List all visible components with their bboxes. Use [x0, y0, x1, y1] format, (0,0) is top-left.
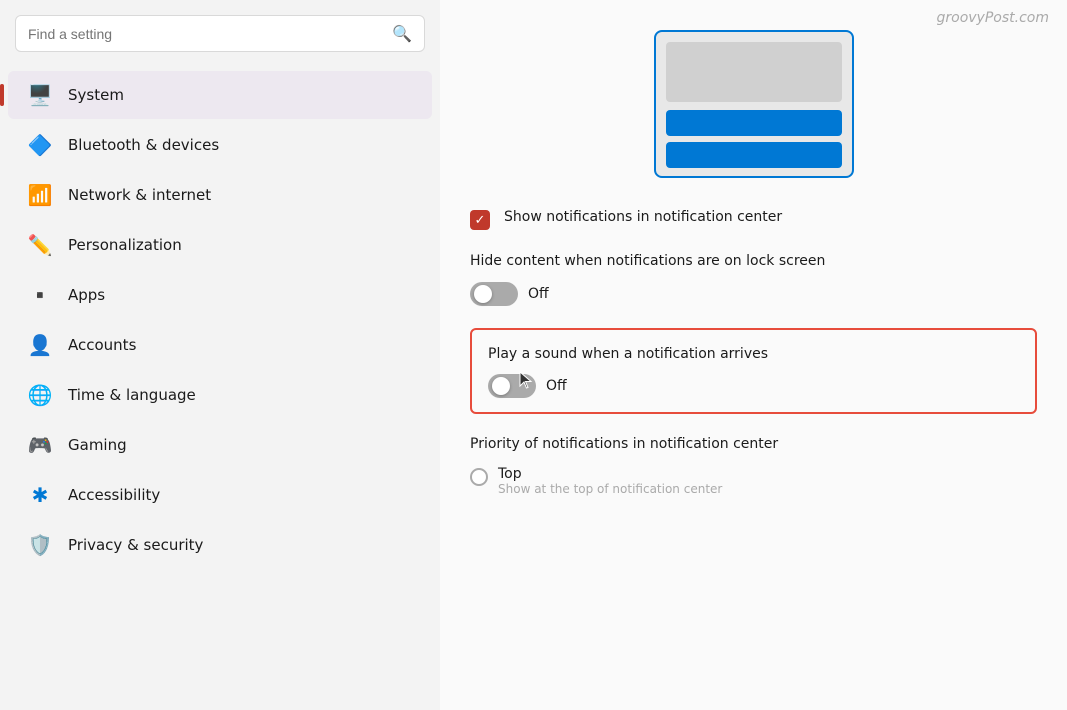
sidebar-item-network-label: Network & internet [68, 186, 211, 204]
sidebar-item-network[interactable]: 📶 Network & internet [8, 171, 432, 219]
show-notifications-checkbox[interactable]: ✓ [470, 210, 490, 230]
priority-top-radio[interactable] [470, 468, 488, 486]
sidebar-item-system-label: System [68, 86, 124, 104]
sidebar-item-personalization-label: Personalization [68, 236, 182, 254]
sidebar-item-apps-label: Apps [68, 286, 105, 304]
search-icon: 🔍 [392, 24, 412, 43]
priority-label: Priority of notifications in notificatio… [470, 436, 1037, 452]
sidebar-item-accessibility-label: Accessibility [68, 486, 160, 504]
sidebar-item-gaming[interactable]: 🎮 Gaming [8, 421, 432, 469]
sidebar-item-accounts-label: Accounts [68, 336, 136, 354]
sidebar-item-bluetooth-label: Bluetooth & devices [68, 136, 219, 154]
watermark-text: groovyPost.com [937, 10, 1050, 26]
preview-top-area [666, 42, 842, 102]
priority-top-text-block: Top Show at the top of notification cent… [498, 466, 722, 496]
hide-content-row: Hide content when notifications are on l… [470, 252, 1037, 306]
play-sound-label: Play a sound when a notification arrives [488, 346, 1019, 362]
hide-content-toggle[interactable] [470, 282, 518, 306]
show-notifications-label: Show notifications in notification cente… [504, 208, 1037, 228]
preview-bar-1 [666, 110, 842, 136]
show-notifications-row: ✓ Show notifications in notification cen… [470, 208, 1037, 230]
privacy-icon: 🛡️ [26, 531, 54, 559]
main-content: groovyPost.com [440, 0, 1067, 710]
personalization-icon: ✏️ [26, 231, 54, 259]
gaming-icon: 🎮 [26, 431, 54, 459]
network-icon: 📶 [26, 181, 54, 209]
apps-icon: ▪️ [26, 281, 54, 309]
notification-preview [470, 30, 1037, 178]
time-icon: 🌐 [26, 381, 54, 409]
sidebar-item-privacy-label: Privacy & security [68, 536, 203, 554]
hide-content-toggle-row: Off [470, 282, 1037, 306]
monitor-icon: 🖥️ [26, 81, 54, 109]
sidebar-item-gaming-label: Gaming [68, 436, 127, 454]
hide-content-toggle-knob [474, 285, 492, 303]
accessibility-icon: ✱ [26, 481, 54, 509]
accounts-icon: 👤 [26, 331, 54, 359]
bluetooth-icon: 🔷 [26, 131, 54, 159]
sidebar-item-privacy[interactable]: 🛡️ Privacy & security [8, 521, 432, 569]
cursor-icon [518, 370, 536, 392]
sidebar-item-time-label: Time & language [68, 386, 196, 404]
sidebar-item-accounts[interactable]: 👤 Accounts [8, 321, 432, 369]
sidebar-item-apps[interactable]: ▪️ Apps [8, 271, 432, 319]
hide-content-toggle-label: Off [528, 286, 549, 302]
sidebar-item-personalization[interactable]: ✏️ Personalization [8, 221, 432, 269]
sidebar-item-time[interactable]: 🌐 Time & language [8, 371, 432, 419]
priority-section: Priority of notifications in notificatio… [470, 436, 1037, 496]
play-sound-toggle-row: Off [488, 374, 1019, 398]
sidebar-item-bluetooth[interactable]: 🔷 Bluetooth & devices [8, 121, 432, 169]
preview-bar-2 [666, 142, 842, 168]
play-sound-toggle[interactable] [488, 374, 536, 398]
priority-top-sublabel: Show at the top of notification center [498, 482, 722, 496]
play-sound-highlight-box: Play a sound when a notification arrives… [470, 328, 1037, 414]
priority-top-row: Top Show at the top of notification cent… [470, 466, 1037, 496]
search-input[interactable] [28, 26, 384, 42]
hide-content-label: Hide content when notifications are on l… [470, 252, 1037, 272]
play-sound-toggle-label: Off [546, 378, 567, 394]
sidebar-item-system[interactable]: 🖥️ System [8, 71, 432, 119]
search-bar[interactable]: 🔍 [15, 15, 425, 52]
sidebar: 🔍 🖥️ System 🔷 Bluetooth & devices 📶 Netw… [0, 0, 440, 710]
play-sound-toggle-knob [492, 377, 510, 395]
priority-top-label: Top [498, 466, 722, 482]
sidebar-item-accessibility[interactable]: ✱ Accessibility [8, 471, 432, 519]
preview-illustration [654, 30, 854, 178]
